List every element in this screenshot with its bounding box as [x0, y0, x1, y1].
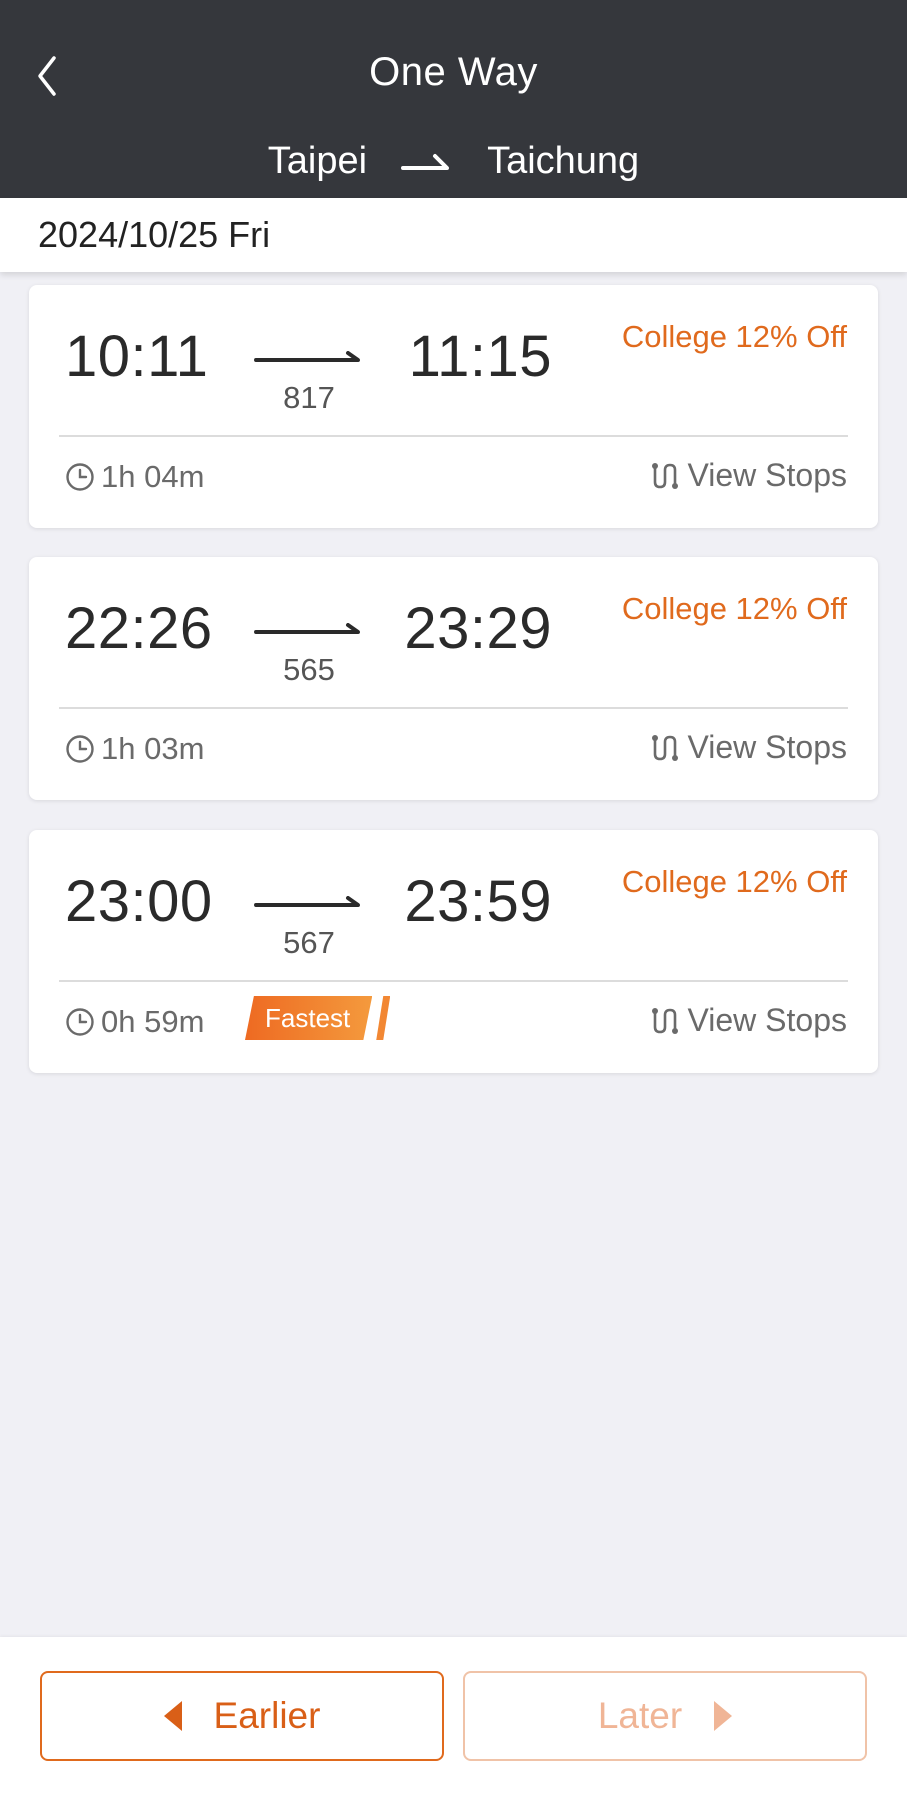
destination-station: Taichung	[487, 140, 640, 182]
travel-duration: 1h 04m	[65, 459, 204, 495]
duration-text: 1h 03m	[101, 731, 205, 766]
earlier-button[interactable]: Earlier	[40, 1671, 444, 1761]
badge-slash-decoration	[376, 996, 391, 1040]
view-stops-label: View Stops	[687, 1002, 848, 1038]
view-stops-button[interactable]: View Stops	[648, 1002, 848, 1039]
divider	[59, 435, 848, 437]
view-stops-button[interactable]: View Stops	[648, 457, 848, 494]
arrival-time: 11:15	[408, 324, 552, 389]
clock-icon	[66, 1008, 94, 1036]
travel-duration: 1h 03m	[65, 731, 204, 767]
departure-time: 22:26	[65, 596, 213, 661]
arrival-time: 23:59	[404, 869, 552, 934]
arrival-time: 23:29	[404, 596, 552, 661]
view-stops-label: View Stops	[687, 457, 848, 493]
clock-icon	[66, 735, 94, 763]
route-stops-icon	[651, 734, 678, 761]
view-stops-label: View Stops	[687, 729, 848, 765]
departure-time: 23:00	[65, 869, 213, 934]
train-number: 567	[283, 925, 335, 960]
train-direction-arrow-icon	[254, 896, 364, 912]
duration-text: 0h 59m	[101, 1004, 205, 1039]
train-card[interactable]: 23:00 567 23:59 College 12% Off 0h 59m F…	[29, 830, 878, 1073]
train-card[interactable]: 22:26 565 23:29 College 12% Off 1h 03m V…	[29, 557, 878, 800]
train-direction-arrow-icon	[254, 623, 364, 639]
discount-label: College 12% Off	[621, 864, 847, 899]
origin-station: Taipei	[267, 140, 368, 182]
caret-left-icon	[163, 1701, 182, 1731]
travel-duration: 0h 59m	[65, 1004, 204, 1040]
travel-date: 2024/10/25 Fri	[0, 198, 907, 272]
caret-right-icon	[714, 1701, 733, 1731]
fastest-badge: Fastest	[245, 994, 391, 1042]
departure-time: 10:11	[65, 324, 209, 389]
train-card[interactable]: 10:11 817 11:15 College 12% Off 1h 04m V…	[29, 285, 878, 528]
clock-icon	[66, 463, 94, 491]
page-title: One Way	[369, 50, 538, 94]
fastest-badge-label: Fastest	[245, 996, 373, 1040]
view-stops-button[interactable]: View Stops	[648, 729, 848, 766]
route-summary: Taipei Taichung	[0, 140, 907, 183]
route-stops-icon	[651, 462, 678, 489]
train-number: 817	[283, 380, 335, 415]
later-button[interactable]: Later	[463, 1671, 867, 1761]
divider	[59, 980, 848, 982]
later-label: Later	[597, 1695, 683, 1736]
discount-label: College 12% Off	[621, 591, 847, 626]
route-stops-icon	[651, 1007, 678, 1034]
route-arrow-icon	[401, 148, 453, 176]
train-number: 565	[283, 652, 335, 687]
duration-text: 1h 04m	[101, 459, 205, 494]
train-direction-arrow-icon	[254, 351, 364, 367]
discount-label: College 12% Off	[621, 319, 847, 354]
page: One Way Taipei Taichung 2024/10/25 Fri 1…	[0, 0, 907, 1805]
divider	[59, 707, 848, 709]
travel-date-text: 2024/10/25 Fri	[38, 214, 271, 255]
earlier-label: Earlier	[213, 1695, 321, 1736]
pagination-bar: Earlier Later	[0, 1637, 907, 1805]
header-bar: One Way Taipei Taichung	[0, 0, 907, 198]
